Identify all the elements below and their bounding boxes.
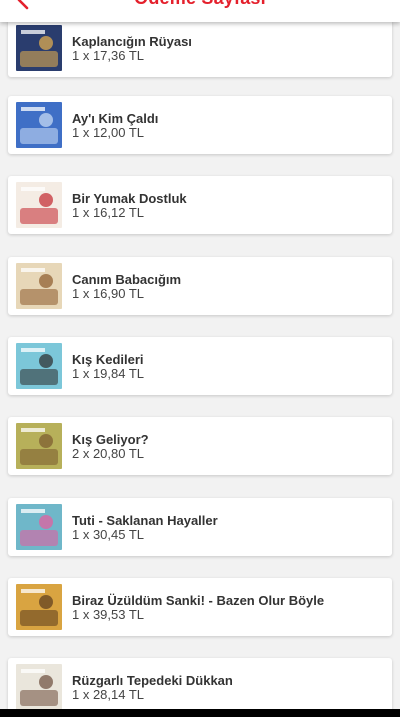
page-title: Ödeme Sayfası [0,0,400,9]
book-cover-image [16,102,62,148]
book-cover-image [16,182,62,228]
item-name: Tuti - Saklanan Hayaller [72,513,218,528]
book-cover-image [16,664,62,710]
order-item-card[interactable]: Canım Babacığım 1 x 16,90 TL [8,257,392,315]
item-quantity-price: 1 x 17,36 TL [72,48,145,63]
book-cover-image [16,25,62,71]
order-item-card[interactable]: Kış Kedileri 1 x 19,84 TL [8,337,392,395]
item-name: Bir Yumak Dostluk [72,191,187,206]
item-name: Kış Kedileri [72,352,144,367]
order-item-card[interactable]: Kış Geliyor? 2 x 20,80 TL [8,417,392,475]
item-name: Canım Babacığım [72,272,182,287]
system-navigation-bar [0,709,400,717]
item-quantity-price: 1 x 16,12 TL [72,205,145,220]
item-quantity-price: 1 x 28,14 TL [72,687,145,702]
item-quantity-price: 1 x 12,00 TL [72,125,145,140]
book-cover-image [16,343,62,389]
item-quantity-price: 1 x 39,53 TL [72,607,145,622]
book-cover-image [16,504,62,550]
item-name: Biraz Üzüldüm Sanki! - Bazen Olur Böyle [72,593,325,608]
order-item-card[interactable]: Rüzgarlı Tepedeki Dükkan 1 x 28,14 TL [8,658,392,716]
order-item-card[interactable]: Biraz Üzüldüm Sanki! - Bazen Olur Böyle 1… [8,578,392,636]
order-item-card[interactable]: Ay'ı Kim Çaldı 1 x 12,00 TL [8,96,392,154]
item-quantity-price: 1 x 19,84 TL [72,366,145,381]
item-quantity-price: 2 x 20,80 TL [72,446,145,461]
item-name: Rüzgarlı Tepedeki Dükkan [72,673,233,688]
book-cover-image [16,423,62,469]
app-bar: Ödeme Sayfası [0,0,400,22]
order-item-card[interactable]: Bir Yumak Dostluk 1 x 16,12 TL [8,176,392,234]
order-item-card[interactable]: Kaplancığın Rüyası 1 x 17,36 TL [8,19,392,77]
item-quantity-price: 1 x 16,90 TL [72,286,145,301]
book-cover-image [16,584,62,630]
order-item-card[interactable]: Tuti - Saklanan Hayaller 1 x 30,45 TL [8,498,392,556]
item-name: Kaplancığın Rüyası [72,34,192,49]
item-quantity-price: 1 x 30,45 TL [72,527,145,542]
item-name: Ay'ı Kim Çaldı [72,111,159,126]
item-name: Kış Geliyor? [72,432,149,447]
book-cover-image [16,263,62,309]
